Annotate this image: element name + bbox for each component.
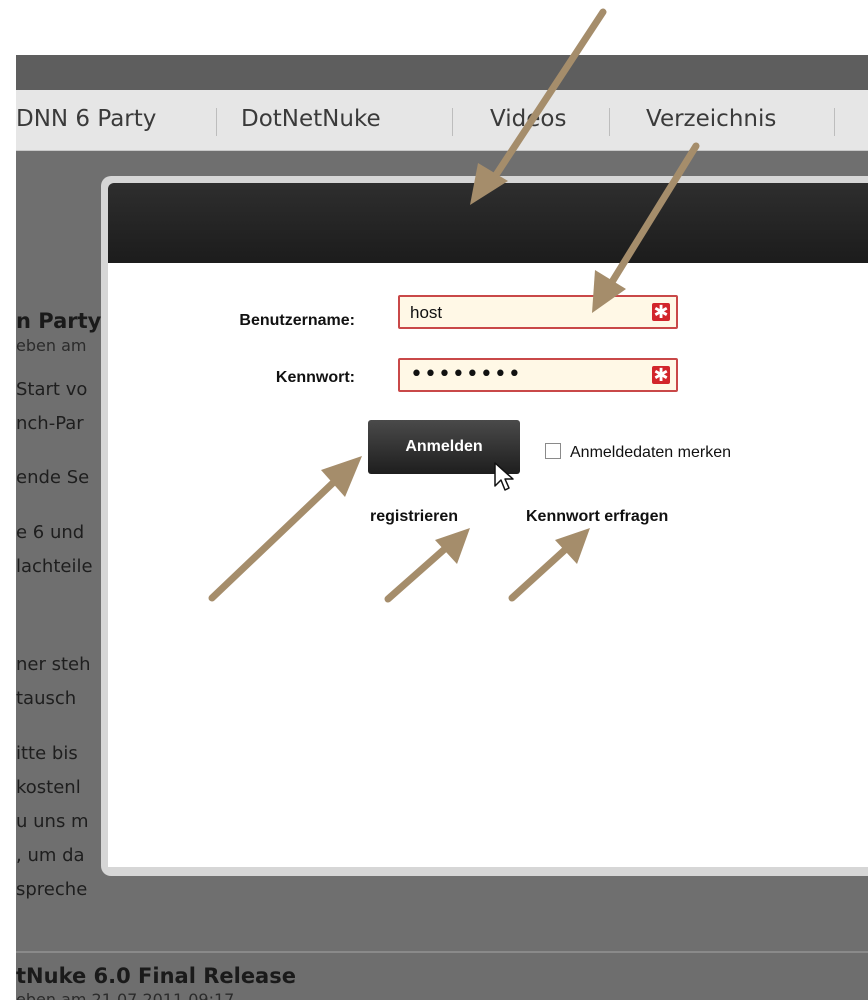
article-text-line: ner steh — [16, 654, 91, 675]
article-text-line: , um da — [16, 845, 85, 866]
dialog-header — [108, 183, 868, 263]
nav-item-verzeichnis[interactable]: Verzeichnis — [646, 106, 776, 132]
article-text-line: Start vo — [16, 379, 88, 400]
article-title[interactable]: n Party — [16, 309, 101, 333]
username-field[interactable]: host ✱ — [398, 295, 678, 329]
article-text-line: kostenl — [16, 777, 81, 798]
top-bar — [16, 55, 868, 90]
mouse-pointer-icon — [494, 462, 514, 491]
required-field-icon: ✱ — [652, 302, 670, 323]
password-label: Kennwort: — [275, 369, 355, 386]
username-value: host — [410, 303, 443, 322]
article-meta: eben am — [16, 336, 87, 355]
login-dialog — [101, 176, 868, 876]
required-field-icon: ✱ — [652, 365, 670, 386]
nav-separator — [609, 108, 610, 136]
register-link[interactable]: registrieren — [370, 508, 458, 526]
password-value: •••••••• — [410, 362, 522, 387]
article-text-line: lachteile — [16, 556, 93, 577]
main-navigation: DNN 6 Party DotNetNuke Videos Verzeichni… — [16, 90, 868, 151]
nav-separator — [216, 108, 217, 136]
remember-me-label[interactable]: Anmeldedaten merken — [570, 444, 731, 462]
nav-item-dnn6-party[interactable]: DNN 6 Party — [16, 106, 156, 132]
dialog-body — [108, 263, 868, 867]
remember-me-checkbox[interactable] — [545, 443, 561, 459]
article-title[interactable]: tNuke 6.0 Final Release — [16, 964, 296, 988]
forgot-password-link[interactable]: Kennwort erfragen — [526, 508, 668, 526]
article-text-line: itte bis — [16, 743, 78, 764]
article-text-line: nch-Par — [16, 413, 84, 434]
nav-separator — [834, 108, 835, 136]
article-text-line: u uns m — [16, 811, 89, 832]
nav-separator — [452, 108, 453, 136]
article-text-line: ende Se — [16, 467, 90, 488]
username-label: Benutzername: — [239, 312, 355, 329]
article-divider — [16, 951, 868, 953]
article-text-line: tausch — [16, 688, 77, 709]
nav-item-videos[interactable]: Videos — [490, 106, 566, 132]
password-field[interactable]: •••••••• ✱ — [398, 358, 678, 392]
nav-item-dotnetnuke[interactable]: DotNetNuke — [241, 106, 381, 132]
article-text-line: e 6 und — [16, 522, 85, 543]
article-text-line: spreche — [16, 879, 88, 900]
article-meta: eben am 21.07.2011 09:17 — [16, 990, 235, 1000]
